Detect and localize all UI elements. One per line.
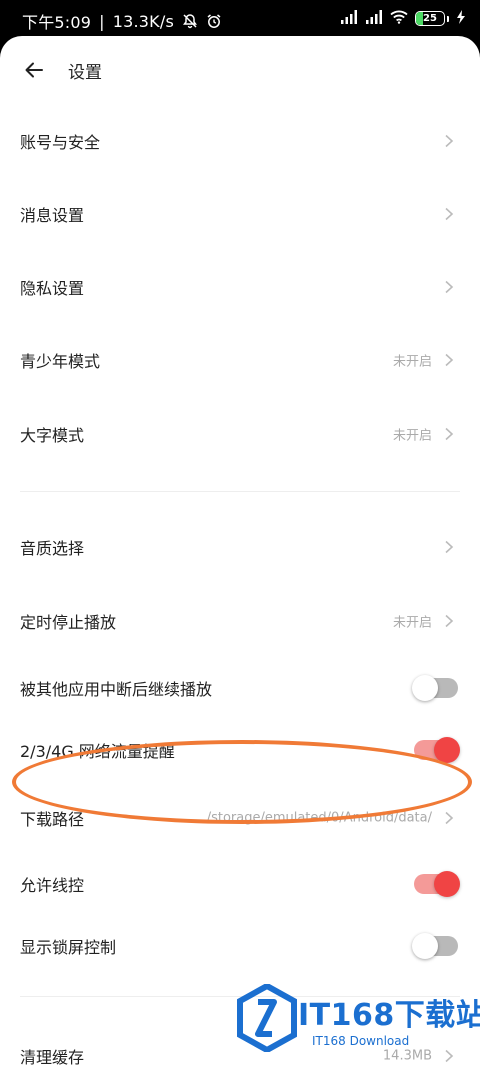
row-label: 清理缓存: [20, 1048, 85, 1067]
row-lock-screen-control: 显示锁屏控制: [0, 916, 480, 976]
arrow-left-icon: [25, 62, 43, 78]
row-label: 大字模式: [20, 426, 85, 445]
chevron-right-icon: [445, 540, 454, 554]
page-title: 设置: [68, 63, 102, 83]
back-button[interactable]: [20, 56, 48, 84]
row-value: /storage/emulated/0/Android/data/: [206, 810, 432, 826]
battery-level: 25: [423, 13, 437, 24]
row-clear-cache[interactable]: 清理缓存 14.3MB: [0, 1026, 480, 1067]
wifi-icon: [390, 9, 408, 28]
battery-tip: [447, 15, 449, 22]
mute-bell-icon: [182, 13, 198, 29]
signal-icon: [340, 9, 358, 28]
header: 设置: [0, 36, 480, 102]
row-privacy-settings[interactable]: 隐私设置: [0, 257, 480, 317]
row-network-data-alert: 2/3/4G 网络流量提醒: [0, 720, 480, 780]
wire-control-toggle[interactable]: [414, 871, 460, 897]
signal-icon-2: [365, 9, 383, 28]
row-download-path[interactable]: 下载路径 /storage/emulated/0/Android/data/: [0, 788, 480, 848]
chevron-right-icon: [445, 353, 454, 367]
row-value: 14.3MB: [382, 1048, 432, 1064]
chevron-right-icon: [445, 134, 454, 148]
row-value: 未开启: [392, 428, 432, 444]
row-value: 未开启: [392, 615, 432, 631]
row-label: 下载路径: [20, 810, 85, 829]
row-label: 显示锁屏控制: [20, 938, 117, 957]
row-audio-quality[interactable]: 音质选择: [0, 517, 480, 577]
status-separator: |: [99, 11, 105, 31]
lock-screen-toggle[interactable]: [412, 933, 458, 959]
status-right: 25: [340, 9, 466, 28]
toggle-knob: [412, 675, 438, 701]
chevron-right-icon: [445, 207, 454, 221]
resume-toggle[interactable]: [412, 675, 458, 701]
charging-icon: [456, 9, 466, 28]
row-teen-mode[interactable]: 青少年模式 未开启: [0, 330, 480, 390]
row-label: 定时停止播放: [20, 613, 117, 632]
toggle-knob: [434, 737, 460, 763]
chevron-right-icon: [445, 427, 454, 441]
chevron-right-icon: [445, 280, 454, 294]
status-time: 下午5:09: [22, 13, 92, 32]
chevron-right-icon: [445, 1049, 454, 1063]
network-speed: 13.3K/s: [112, 11, 174, 31]
row-label: 青少年模式: [20, 352, 101, 371]
alarm-icon: [206, 13, 222, 29]
chevron-right-icon: [445, 614, 454, 628]
section-divider: [20, 491, 460, 492]
settings-sheet: 设置 账号与安全 消息设置 隐私设置 青少年模式 未开启 大字模式 未开启 音质…: [0, 36, 480, 1067]
row-sleep-timer[interactable]: 定时停止播放 未开启: [0, 591, 480, 651]
row-wire-control: 允许线控: [0, 854, 480, 914]
row-label: 账号与安全: [20, 133, 101, 152]
status-bar: 下午5:09 | 13.3K/s 25: [0, 0, 480, 36]
row-label: 2/3/4G 网络流量提醒: [20, 742, 175, 761]
row-label: 消息设置: [20, 206, 85, 225]
chevron-right-icon: [445, 811, 454, 825]
battery-icon: 25: [415, 11, 445, 26]
row-label: 被其他应用中断后继续播放: [20, 680, 213, 699]
row-label: 隐私设置: [20, 279, 85, 298]
phone-screen: 下午5:09 | 13.3K/s 25 设置 账号与安全 消息设置 隐私设置 青…: [0, 0, 480, 1067]
row-resume-after-interrupt: 被其他应用中断后继续播放: [0, 658, 480, 718]
row-large-font-mode[interactable]: 大字模式 未开启: [0, 404, 480, 464]
row-label: 允许线控: [20, 876, 85, 895]
row-value: 未开启: [392, 354, 432, 370]
row-label: 音质选择: [20, 539, 85, 558]
section-divider: [20, 996, 460, 997]
toggle-knob: [434, 871, 460, 897]
row-account-security[interactable]: 账号与安全: [0, 111, 480, 171]
network-alert-toggle[interactable]: [414, 737, 460, 763]
status-left: 下午5:09 | 13.3K/s: [22, 9, 222, 33]
row-message-settings[interactable]: 消息设置: [0, 184, 480, 244]
toggle-knob: [412, 933, 438, 959]
